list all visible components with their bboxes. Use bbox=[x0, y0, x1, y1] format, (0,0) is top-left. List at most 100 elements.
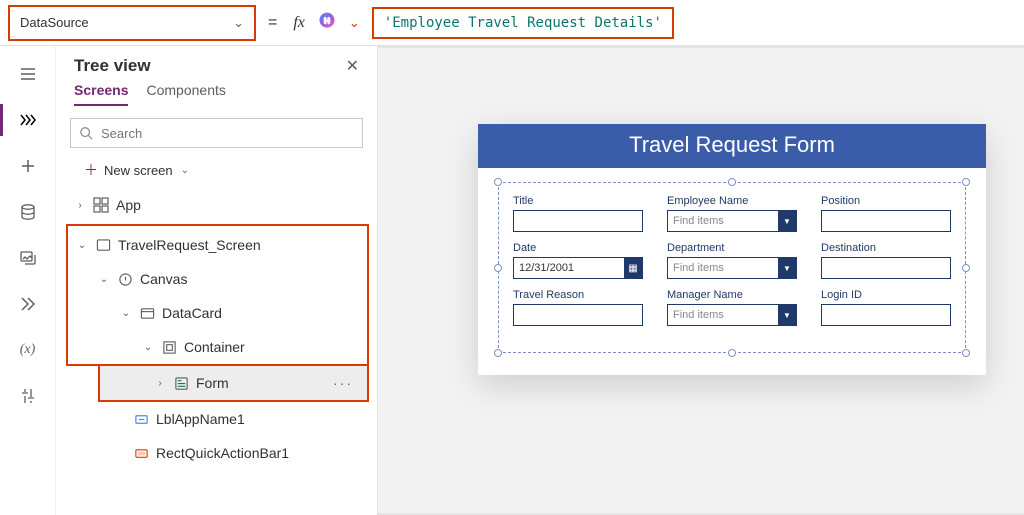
chevron-down-icon: ▼ bbox=[778, 258, 796, 278]
field-label: Department bbox=[667, 242, 797, 254]
field-department: Department Find items ▼ bbox=[667, 242, 797, 279]
tree-node-rect[interactable]: RectQuickActionBar1 bbox=[56, 436, 377, 470]
new-screen-button[interactable]: ＋ New screen ⌄ bbox=[56, 154, 377, 184]
combo-input[interactable]: Find items ▼ bbox=[667, 210, 797, 232]
chevron-down-icon: ▼ bbox=[778, 305, 796, 325]
more-icon[interactable]: ··· bbox=[333, 375, 353, 391]
tree-label: LblAppName1 bbox=[156, 411, 245, 427]
tools-icon[interactable] bbox=[18, 386, 38, 406]
placeholder: Find items bbox=[668, 309, 724, 321]
plus-icon: ＋ bbox=[84, 160, 98, 180]
datacard-icon bbox=[138, 304, 156, 322]
field-label: Travel Reason bbox=[513, 289, 643, 301]
text-input[interactable] bbox=[513, 210, 643, 232]
rectangle-icon bbox=[132, 444, 150, 462]
tree-label: TravelRequest_Screen bbox=[118, 237, 261, 253]
label-icon bbox=[132, 410, 150, 428]
combo-input[interactable]: Find items ▼ bbox=[667, 304, 797, 326]
field-employee-name: Employee Name Find items▼ bbox=[667, 195, 797, 232]
chevron-right-icon: › bbox=[74, 200, 86, 211]
chevron-down-icon: ⌄ bbox=[233, 15, 244, 31]
form-icon bbox=[172, 374, 190, 392]
date-input[interactable]: 12/31/2001▦ bbox=[513, 257, 643, 279]
copilot-icon[interactable] bbox=[317, 11, 337, 34]
app-preview: Travel Request Form Title Employee Name bbox=[478, 124, 986, 375]
panel-tabs: Screens Components bbox=[56, 82, 377, 108]
field-position: Position bbox=[821, 195, 951, 232]
tree-node-screen[interactable]: ⌄ TravelRequest_Screen bbox=[68, 228, 367, 262]
field-manager-name: Manager Name Find items ▼ bbox=[667, 289, 797, 326]
field-label: Manager Name bbox=[667, 289, 797, 301]
field-label: Position bbox=[821, 195, 951, 207]
tree-node-datacard[interactable]: ⌄ DataCard bbox=[68, 296, 367, 330]
new-screen-label: New screen bbox=[104, 163, 173, 178]
chevron-down-icon: ▼ bbox=[778, 211, 796, 231]
left-rail: (x) bbox=[0, 46, 56, 515]
text-input[interactable] bbox=[821, 257, 951, 279]
field-destination: Destination bbox=[821, 242, 951, 279]
search-box[interactable] bbox=[70, 118, 363, 148]
chevron-down-icon[interactable]: ⌄ bbox=[345, 15, 364, 31]
close-icon[interactable]: ✕ bbox=[346, 56, 359, 76]
tree-node-container[interactable]: ⌄ Container bbox=[68, 330, 367, 364]
resize-handle[interactable] bbox=[728, 178, 736, 186]
data-icon[interactable] bbox=[18, 202, 38, 222]
tree-label: Canvas bbox=[140, 271, 187, 287]
resize-handle[interactable] bbox=[494, 178, 502, 186]
tree-node-canvas[interactable]: ⌄ Canvas bbox=[68, 262, 367, 296]
resize-handle[interactable] bbox=[494, 264, 502, 272]
form-grid: Title Employee Name Find items▼ Position… bbox=[513, 195, 951, 326]
fx-icon: fx bbox=[289, 14, 309, 32]
canvas-icon bbox=[116, 270, 134, 288]
field-label: Date bbox=[513, 242, 643, 254]
equals-icon: = bbox=[264, 14, 281, 32]
chevron-down-icon: ⌄ bbox=[98, 274, 110, 285]
field-date: Date 12/31/2001▦ bbox=[513, 242, 643, 279]
text-input[interactable] bbox=[513, 304, 643, 326]
field-label: Title bbox=[513, 195, 643, 207]
tree-node-app[interactable]: › App bbox=[56, 188, 377, 222]
chevron-down-icon: ⌄ bbox=[120, 308, 132, 319]
placeholder: Find items bbox=[668, 215, 724, 227]
placeholder: Find items bbox=[668, 262, 724, 274]
field-label: Login ID bbox=[821, 289, 951, 301]
property-selector[interactable]: DataSource ⌄ bbox=[8, 5, 256, 41]
insert-icon[interactable] bbox=[18, 156, 38, 176]
tree-view-icon[interactable] bbox=[18, 110, 38, 130]
canvas-stage[interactable]: Travel Request Form Title Employee Name bbox=[378, 46, 1024, 515]
search-input[interactable] bbox=[101, 126, 354, 141]
media-icon[interactable] bbox=[18, 248, 38, 268]
tree: › App ⌄ TravelRequest_Screen ⌄ Canvas ⌄ bbox=[56, 184, 377, 474]
tree-view-panel: Tree view ✕ Screens Components ＋ New scr… bbox=[56, 46, 378, 515]
form-selected[interactable]: Title Employee Name Find items▼ Position… bbox=[498, 182, 966, 353]
tree-node-form[interactable]: › Form ··· bbox=[100, 366, 367, 400]
chevron-down-icon: ⌄ bbox=[181, 165, 189, 176]
highlight-form-node: › Form ··· bbox=[98, 364, 369, 402]
text-input[interactable] bbox=[821, 210, 951, 232]
text-input[interactable] bbox=[821, 304, 951, 326]
search-icon bbox=[79, 126, 93, 140]
tree-node-lbl[interactable]: LblAppName1 bbox=[56, 402, 377, 436]
highlight-screen-group: ⌄ TravelRequest_Screen ⌄ Canvas ⌄ DataCa… bbox=[66, 224, 369, 364]
app-icon bbox=[92, 196, 110, 214]
resize-handle[interactable] bbox=[962, 178, 970, 186]
field-travel-reason: Travel Reason bbox=[513, 289, 643, 326]
variables-icon[interactable]: (x) bbox=[18, 340, 38, 360]
power-automate-icon[interactable] bbox=[18, 294, 38, 314]
resize-handle[interactable] bbox=[494, 349, 502, 357]
calendar-icon: ▦ bbox=[624, 258, 642, 278]
tab-components[interactable]: Components bbox=[146, 82, 225, 106]
combo-input[interactable]: Find items ▼ bbox=[667, 257, 797, 279]
resize-handle[interactable] bbox=[962, 264, 970, 272]
tree-label: DataCard bbox=[162, 305, 222, 321]
formula-value[interactable]: 'Employee Travel Request Details' bbox=[372, 7, 674, 39]
resize-handle[interactable] bbox=[728, 349, 736, 357]
app-title: Travel Request Form bbox=[478, 124, 986, 168]
hamburger-icon[interactable] bbox=[18, 64, 38, 84]
tree-label: Form bbox=[196, 375, 229, 391]
chevron-right-icon: › bbox=[154, 378, 166, 389]
screen-icon bbox=[94, 236, 112, 254]
resize-handle[interactable] bbox=[962, 349, 970, 357]
tab-screens[interactable]: Screens bbox=[74, 82, 128, 106]
panel-title: Tree view bbox=[74, 56, 151, 76]
